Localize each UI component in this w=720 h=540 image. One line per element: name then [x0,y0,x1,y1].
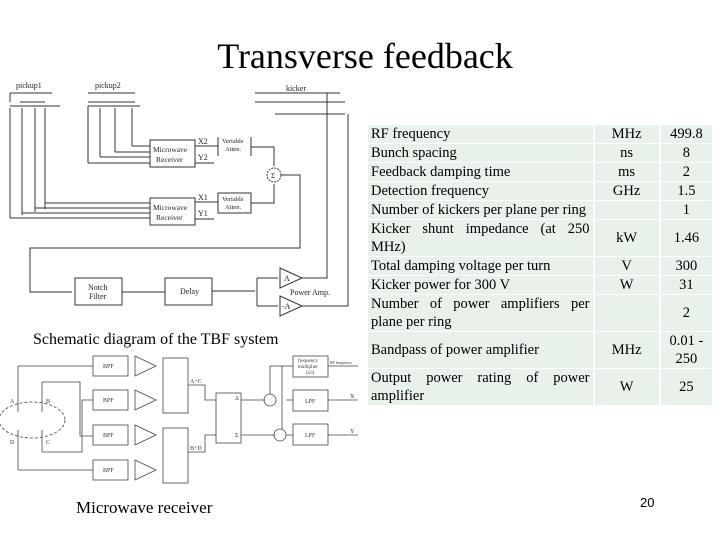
x2-label: X2 [198,137,208,146]
x-output-label: X [350,394,355,400]
amp-positive-label: A [284,274,290,283]
atten2-label-line1: Veriable [222,138,244,145]
table-row: Output power rating of power amplifier W 2… [368,369,712,405]
param-unit-cell: kW [594,220,659,256]
slide-title: Transverse feedback [217,36,513,76]
param-value-cell: 8 [660,144,712,162]
param-unit-cell: W [594,369,659,405]
power-amp-label: Power Amp. [290,288,330,297]
delta-label: Δ [235,396,239,402]
param-name-cell: Output power rating of power amplifier [368,369,593,405]
notch-filter-label-line1: Notch [88,283,108,292]
param-value-cell: 25 [660,369,712,405]
pickup2-label: pickup2 [95,81,121,90]
table-row: Number of kickers per plane per ring 1 [368,201,712,219]
param-name-cell: Number of kickers per plane per ring [368,201,593,219]
y-output-label: Y [350,429,355,435]
table-row: Kicker power for 300 V W 31 [368,276,712,294]
param-unit-cell: ms [594,163,659,181]
atten2-label-line2: Atten. [225,146,241,153]
param-name-cell: Total damping voltage per turn [368,257,593,275]
freq-mult-label-line1: frequency [298,359,318,364]
table-row: Bandpass of power amplifier MHz 0.01 - 250 [368,332,712,368]
table-row: Detection frequency GHz 1.5 [368,182,712,200]
param-unit-cell [594,295,659,331]
table-row: RF frequency MHz 499.8 [368,125,712,143]
x1-label: X1 [198,193,208,202]
electrode-c-label: C [46,440,50,446]
notch-filter-label-line2: Filter [89,292,107,301]
sum-label: Σ [271,172,275,180]
pickup1-label: pickup1 [16,81,42,90]
rf-frequency-label: RF frequency [330,360,352,365]
receiver2-label-line2: Receiver [156,155,183,164]
sigma-label: Σ [235,433,239,439]
delay-label: Delay [180,287,199,296]
receiver-caption: Microwave receiver [76,498,213,517]
param-unit-cell: V [594,257,659,275]
param-unit-cell: W [594,276,659,294]
param-value-cell: 1.5 [660,182,712,200]
table-row: Kicker shunt impedance (at 250 MHz) kW 1.4… [368,220,712,256]
table-row: Total damping voltage per turn V 300 [368,257,712,275]
b-plus-d-label: B+D [190,446,202,452]
param-unit-cell [594,201,659,219]
param-unit-cell: MHz [594,332,659,368]
bpf-label: BPF [103,364,114,370]
atten1-label-line1: Veriable [222,196,244,203]
y2-label: Y2 [198,153,208,162]
param-name-cell: Kicker shunt impedance (at 250 MHz) [368,220,593,256]
param-value-cell: 499.8 [660,125,712,143]
param-value-cell: 0.01 - 250 [660,332,712,368]
param-value-cell: 1.46 [660,220,712,256]
electrode-a-label: A [10,399,15,405]
table-row: Number of power amplifiers per plane per… [368,295,712,331]
param-unit-cell: MHz [594,125,659,143]
param-unit-cell: GHz [594,182,659,200]
param-name-cell: Number of power amplifiers per plane per… [368,295,593,331]
param-name-cell: Bandpass of power amplifier [368,332,593,368]
page-number: 20 [640,495,655,510]
receiver1-label-line2: Receiver [156,213,183,222]
param-name-cell: Detection frequency [368,182,593,200]
bpf-label: BPF [103,468,114,474]
receiver1-label-line1: Microwave [153,203,188,212]
param-value-cell: 2 [660,295,712,331]
table-row: Feedback damping time ms 2 [368,163,712,181]
lpf-label: LPF [305,433,316,439]
schematic-caption: Schematic diagram of the TBF system [33,331,279,348]
tbf-schematic-diagram: pickup1 pickup2 kicker Microwave Receive… [9,81,349,317]
parameter-table: RF frequency MHz 499.8 Bunch spacing ns 8 Feed… [366,124,714,406]
param-unit-cell: ns [594,144,659,162]
atten1-label-line2: Atten. [225,204,241,211]
bpf-label: BPF [103,398,114,404]
param-name-cell: RF frequency [368,125,593,143]
electrode-d-label: D [10,440,15,446]
a-plus-c-label: A+C [190,379,202,385]
bpf-label: BPF [103,433,114,439]
param-name-cell: Kicker power for 300 V [368,276,593,294]
microwave-receiver-diagram: A B C D BPF BPF BPF BPF A+C B+D Δ Σ freq… [0,355,358,484]
param-value-cell: 31 [660,276,712,294]
freq-mult-label-line2: multiplier [298,365,318,370]
amp-negative-label: -A [282,302,291,311]
param-name-cell: Bunch spacing [368,144,593,162]
lpf-label: LPF [305,399,316,405]
table-row: Bunch spacing ns 8 [368,144,712,162]
param-value-cell: 1 [660,201,712,219]
param-value-cell: 300 [660,257,712,275]
receiver2-label-line1: Microwave [153,145,188,154]
y1-label: Y1 [198,209,208,218]
param-value-cell: 2 [660,163,712,181]
freq-mult-label-line3: (x3) [306,371,315,376]
electrode-b-label: B [46,399,50,405]
kicker-label: kicker [286,84,306,93]
param-name-cell: Feedback damping time [368,163,593,181]
